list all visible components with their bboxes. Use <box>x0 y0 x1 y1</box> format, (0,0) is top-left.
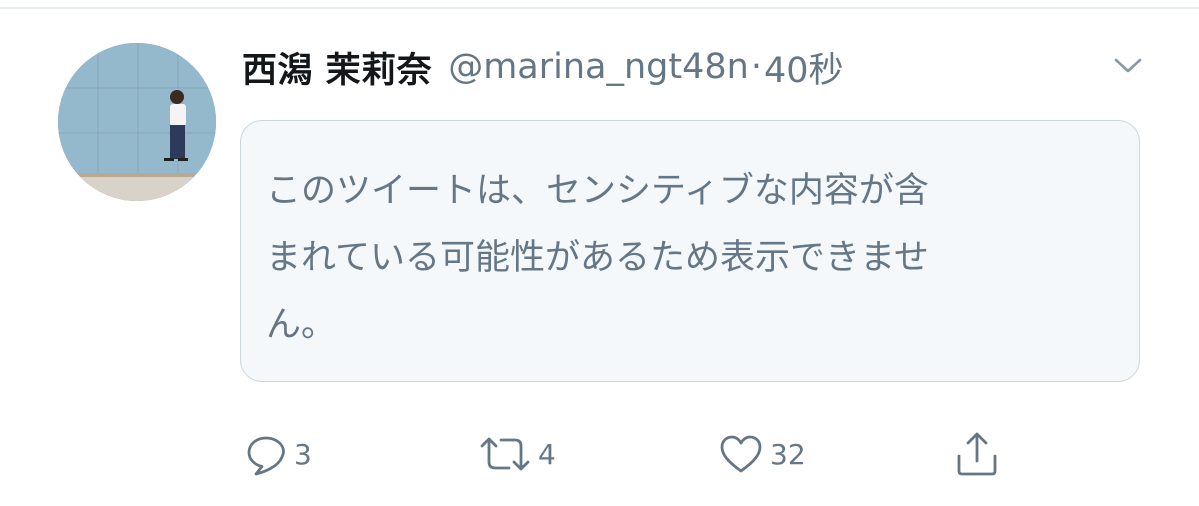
like-count: 32 <box>770 437 806 471</box>
notice-line: ん。 <box>266 305 337 345</box>
user-handle[interactable]: @marina_ngt48n <box>448 47 749 87</box>
reply-count: 3 <box>294 437 312 471</box>
notice-line: このツイートは、センシティブな内容が含 <box>266 171 929 211</box>
sensitive-notice-text: このツイートは、センシティブな内容が含 まれている可能性があるため表示できませ … <box>266 158 1116 359</box>
share-icon <box>957 432 997 476</box>
reply-bubble-icon <box>247 436 285 476</box>
share-button[interactable] <box>954 430 1000 478</box>
avatar[interactable] <box>58 43 216 201</box>
like-button[interactable]: 32 <box>718 430 806 478</box>
heart-icon <box>720 435 762 473</box>
avatar-photo <box>58 43 216 201</box>
display-name[interactable]: 西潟 茉莉奈 <box>242 42 432 93</box>
reply-button[interactable]: 3 <box>244 430 312 478</box>
retweet-count: 4 <box>538 437 556 471</box>
timestamp[interactable]: 40秒 <box>764 42 844 93</box>
separator-dot: · <box>750 47 762 87</box>
retweet-button[interactable]: 4 <box>478 430 556 478</box>
retweet-icon <box>480 437 530 471</box>
chevron-down-icon[interactable] <box>1112 52 1144 78</box>
top-divider <box>0 7 1199 9</box>
tweet-header: 西潟 茉莉奈 @marina_ngt48n · 40秒 <box>242 40 844 94</box>
notice-line: まれている可能性があるため表示できませ <box>266 238 929 278</box>
